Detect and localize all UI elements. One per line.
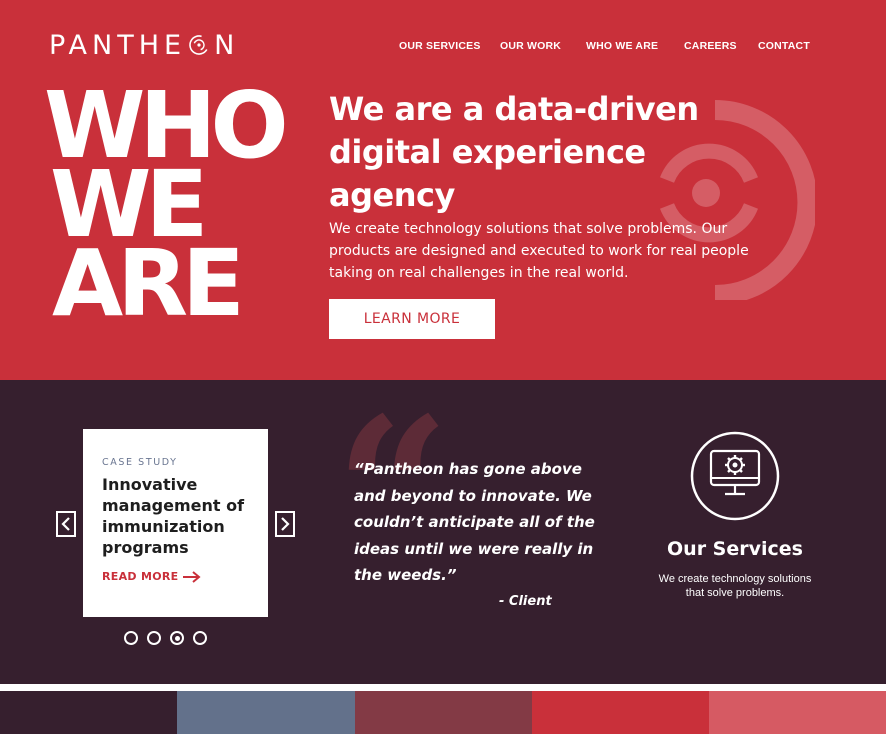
chevron-left-icon (61, 517, 70, 531)
logo-text-end: N (214, 30, 240, 61)
nav-who-we-are[interactable]: WHO WE ARE (586, 40, 658, 52)
learn-more-button[interactable]: LEARN MORE (329, 299, 495, 339)
arrow-right-icon (183, 570, 202, 583)
logo-text-start: PANTHE (49, 30, 187, 61)
carousel-next-button[interactable] (275, 511, 295, 537)
hero-section: PANTHE N OUR SERVICES OUR WORK WHO WE ARE… (0, 0, 886, 380)
nav-our-services[interactable]: OUR SERVICES (399, 40, 481, 52)
case-study-kicker: CASE STUDY (102, 457, 178, 468)
palette-swatch (177, 691, 355, 734)
color-palette-strip (0, 691, 886, 734)
chevron-right-icon (281, 517, 290, 531)
hero-description: We create technology solutions that solv… (329, 221, 749, 281)
palette-swatch (355, 691, 532, 734)
nav-careers[interactable]: CAREERS (684, 40, 737, 52)
hero-headline: We are a data-driven digital experience … (329, 90, 699, 214)
highlights-section: CASE STUDY Innovative management of immu… (0, 380, 886, 684)
palette-swatch (709, 691, 886, 734)
pantheon-logo[interactable]: PANTHE N (49, 31, 239, 61)
logo-swirl-icon (188, 34, 210, 56)
case-study-title: Innovative management of immunization pr… (102, 475, 245, 557)
carousel-dots (124, 631, 216, 645)
case-study-card[interactable]: CASE STUDY Innovative management of immu… (83, 429, 268, 617)
read-more-link[interactable]: READ MORE (102, 570, 202, 583)
carousel-dot-4[interactable] (193, 631, 207, 645)
services-description: We create technology solutions that solv… (658, 573, 812, 599)
testimonial-attribution: - Client (499, 594, 552, 609)
nav-contact[interactable]: CONTACT (758, 40, 810, 52)
services-title[interactable]: Our Services (635, 538, 835, 560)
carousel-dot-2[interactable] (147, 631, 161, 645)
palette-swatch (0, 691, 177, 734)
carousel-prev-button[interactable] (56, 511, 76, 537)
palette-swatch (532, 691, 709, 734)
hero-word-are: ARE (52, 230, 245, 337)
carousel-dot-3-active[interactable] (170, 631, 184, 645)
carousel-dot-1[interactable] (124, 631, 138, 645)
read-more-label: READ MORE (102, 570, 179, 583)
nav-our-work[interactable]: OUR WORK (500, 40, 561, 52)
testimonial-quote: “Pantheon has gone above and beyond to i… (354, 460, 595, 584)
monitor-gear-icon[interactable] (690, 431, 780, 521)
